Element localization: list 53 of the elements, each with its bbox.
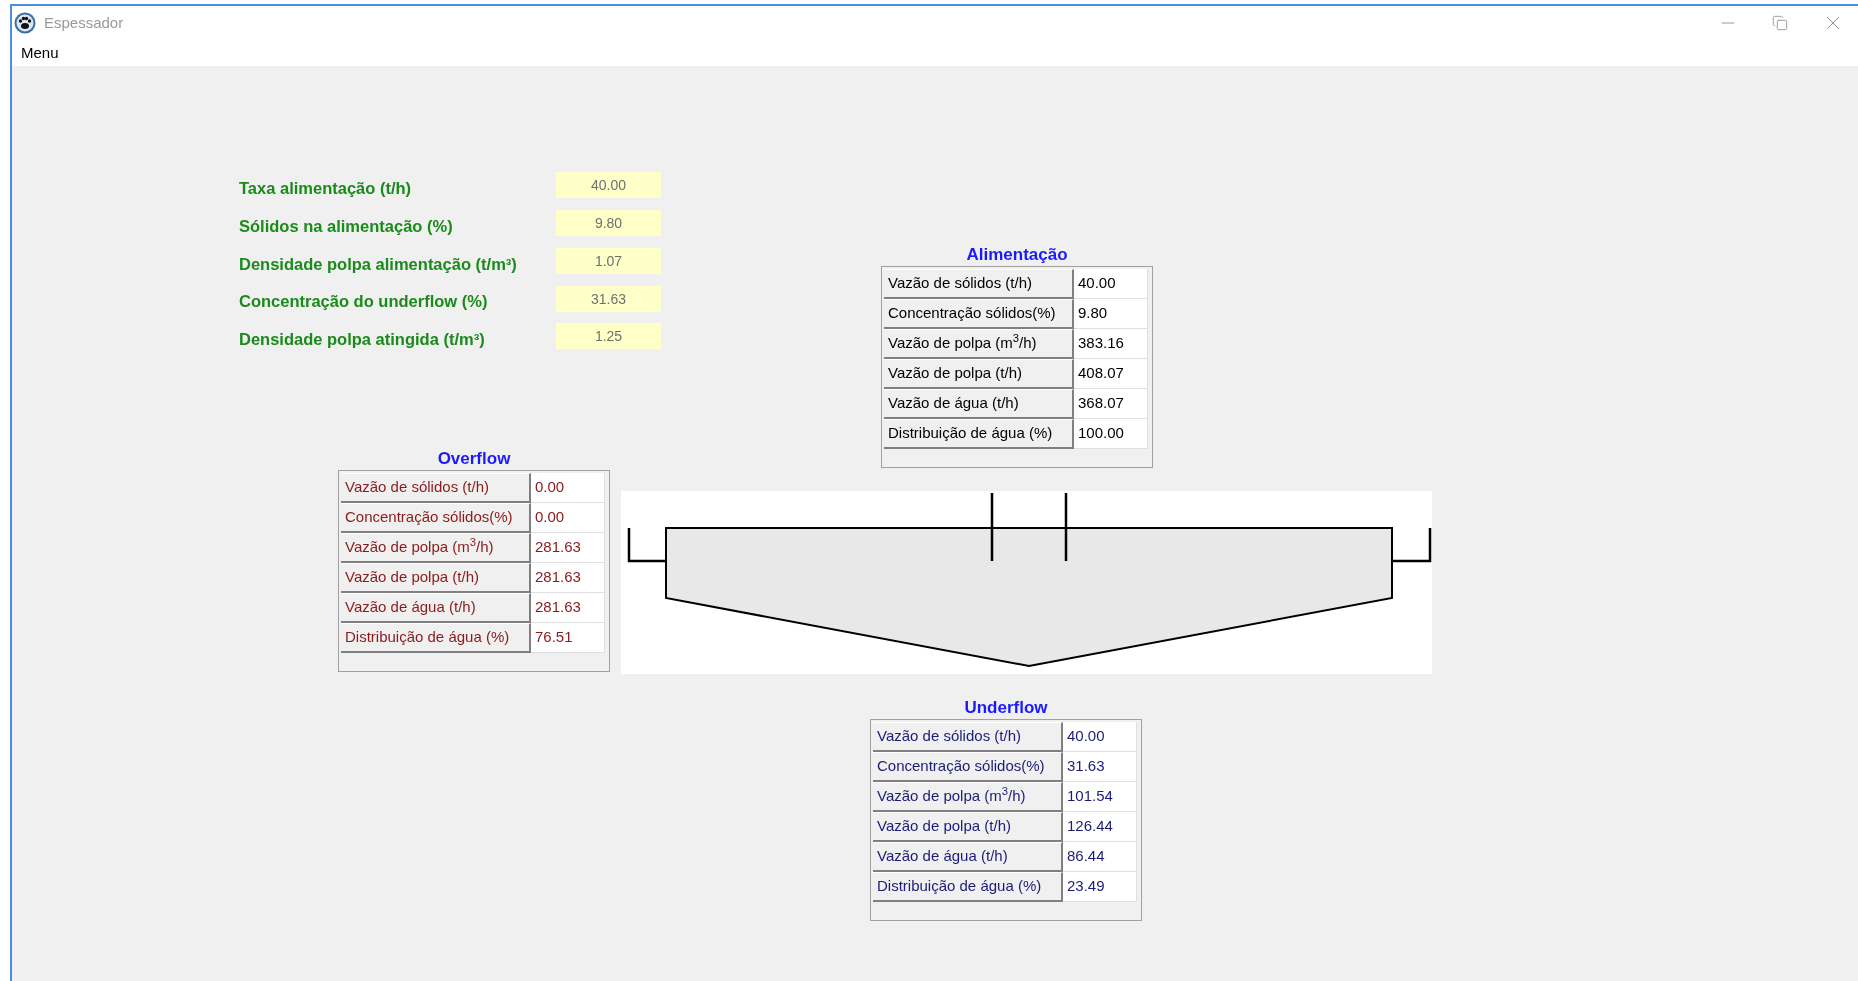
table-cell: 368.07 — [1074, 389, 1148, 419]
window-title: Espessador — [44, 12, 124, 33]
section-title: Alimentação — [966, 244, 1068, 266]
table-cell: 86.44 — [1063, 842, 1137, 872]
input-field[interactable]: 31.63 — [556, 285, 661, 312]
table-cell: Distribuição de água (%) — [884, 419, 1074, 449]
table-cell: Concentração sólidos(%) — [884, 299, 1074, 329]
table-cell: 281.63 — [531, 593, 605, 623]
table-cell: Vazão de água (t/h) — [884, 389, 1074, 419]
table-cell: Vazão de polpa (t/h) — [884, 359, 1074, 389]
table-cell: Vazão de sólidos (t/h) — [884, 269, 1074, 299]
input-field[interactable]: 40.00 — [556, 172, 661, 199]
field-label: Densidade polpa alimentação (t/m³) — [239, 253, 518, 275]
table-cell: 126.44 — [1063, 812, 1137, 842]
table-cell: Vazão de sólidos (t/h) — [341, 473, 531, 503]
table-cell: 408.07 — [1074, 359, 1148, 389]
paw-icon — [14, 12, 36, 34]
input-field[interactable]: 1.07 — [556, 247, 661, 274]
table-cell: 76.51 — [531, 623, 605, 653]
table-cell: Vazão de sólidos (t/h) — [873, 722, 1063, 752]
table-cell: Vazão de polpa (t/h) — [873, 812, 1063, 842]
table-cell: 281.63 — [531, 563, 605, 593]
table-cell: Distribuição de água (%) — [873, 872, 1063, 902]
table-cell: 9.80 — [1074, 299, 1148, 329]
table-cell: Vazão de polpa (t/h) — [341, 563, 531, 593]
table-cell: 0.00 — [531, 503, 605, 533]
section-title: Underflow — [964, 697, 1048, 719]
table-cell: 0.00 — [531, 473, 605, 503]
table-cell: Distribuição de água (%) — [341, 623, 531, 653]
section-title: Overflow — [437, 448, 511, 470]
table-cell: Concentração sólidos(%) — [341, 503, 531, 533]
restore-icon[interactable] — [1772, 15, 1788, 31]
table-cell: 23.49 — [1063, 872, 1137, 902]
table-cell: 383.16 — [1074, 329, 1148, 359]
table-cell: Vazão de polpa (m$^{3}$/h) — [341, 533, 531, 563]
table-cell: 281.63 — [531, 533, 605, 563]
field-label: Concentração do underflow (%) — [239, 291, 489, 313]
table-cell: Vazão de água (t/h) — [341, 593, 531, 623]
field-label: Densidade polpa atingida (t/m³) — [239, 329, 486, 350]
table-cell: 40.00 — [1063, 722, 1137, 752]
table-cell: Vazão de polpa (m$^{3}$/h) — [873, 782, 1063, 812]
menu-item[interactable]: Menu — [20, 41, 60, 65]
field-label: Sólidos na alimentação (%) — [239, 215, 454, 237]
table-cell: Concentração sólidos(%) — [873, 752, 1063, 782]
table-cell: 101.54 — [1063, 782, 1137, 812]
table-cell: Vazão de polpa (m$^{3}$/h) — [884, 329, 1074, 359]
input-field[interactable]: 1.25 — [556, 323, 661, 350]
table-cell: 31.63 — [1063, 752, 1137, 782]
table-cell: 100.00 — [1074, 419, 1148, 449]
table-cell: Vazão de água (t/h) — [873, 842, 1063, 872]
field-label: Taxa alimentação (t/h) — [239, 178, 413, 199]
table-cell: 40.00 — [1074, 269, 1148, 299]
input-field[interactable]: 9.80 — [556, 210, 661, 237]
